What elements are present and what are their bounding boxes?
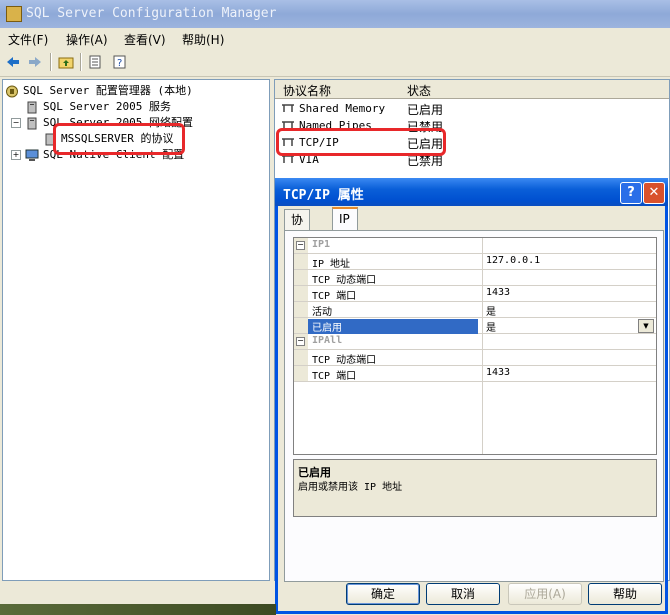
back-arrow-icon[interactable] bbox=[3, 52, 23, 72]
ok-button[interactable]: 确定 bbox=[346, 583, 420, 605]
table-row[interactable]: TCP 端口 1433 bbox=[294, 286, 656, 302]
tree-item-services[interactable]: SQL Server 2005 服务 bbox=[25, 98, 171, 114]
property-description: 已启用 启用或禁用该 IP 地址 bbox=[293, 459, 657, 517]
tree-services-label: SQL Server 2005 服务 bbox=[43, 100, 171, 113]
property-key: 已启用 bbox=[308, 319, 478, 334]
property-key: IP 地址 bbox=[312, 259, 351, 270]
property-value[interactable]: 127.0.0.1 bbox=[486, 255, 540, 266]
expand-icon[interactable]: + bbox=[11, 150, 21, 160]
category-ip1[interactable]: − IP1 bbox=[294, 238, 656, 254]
list-header: 协议名称 状态 bbox=[275, 80, 669, 99]
column-protocol-name[interactable]: 协议名称 bbox=[283, 82, 331, 99]
tab-protocol[interactable]: 协议 bbox=[284, 209, 311, 247]
list-item[interactable]: Shared Memory 已启用 bbox=[279, 101, 659, 117]
property-key: TCP 动态端口 bbox=[312, 275, 377, 286]
window-title: SQL Server Configuration Manager bbox=[26, 6, 277, 21]
main-title-bar[interactable]: SQL Server Configuration Manager bbox=[0, 0, 670, 28]
help-button[interactable]: 帮助 bbox=[588, 583, 662, 605]
tree-root-label: SQL Server 配置管理器 (本地) bbox=[23, 84, 193, 97]
computer-icon bbox=[25, 149, 39, 162]
property-value[interactable]: 1433 bbox=[486, 367, 510, 378]
taskbar-strip bbox=[0, 604, 276, 615]
table-row[interactable]: IP 地址 127.0.0.1 bbox=[294, 254, 656, 270]
config-manager-icon bbox=[5, 85, 19, 98]
column-status[interactable]: 状态 bbox=[407, 82, 431, 99]
property-key: 活动 bbox=[312, 307, 332, 318]
table-row[interactable]: TCP 端口 1433 bbox=[294, 366, 656, 382]
protocol-name: Shared Memory bbox=[299, 102, 386, 115]
property-value[interactable]: 1433 bbox=[486, 287, 510, 298]
tree-item-root[interactable]: SQL Server 配置管理器 (本地) bbox=[5, 82, 193, 98]
menu-view[interactable]: 查看(V) bbox=[124, 31, 166, 48]
tcpip-properties-dialog: TCP/IP 属性 ? ✕ 协议 IP 地址 − IP1 IP 地址 127.0… bbox=[275, 178, 668, 614]
property-value[interactable]: 是 bbox=[486, 303, 496, 318]
collapse-icon[interactable]: − bbox=[296, 241, 305, 250]
dialog-title: TCP/IP 属性 bbox=[283, 188, 364, 203]
network-server-icon bbox=[25, 117, 39, 130]
category-label: IP1 bbox=[312, 239, 331, 250]
table-row[interactable]: 活动 是 bbox=[294, 302, 656, 318]
console-tree: SQL Server 配置管理器 (本地) SQL Server 2005 服务… bbox=[2, 79, 270, 581]
close-icon[interactable]: ✕ bbox=[643, 182, 665, 204]
tab-ip-addresses[interactable]: IP 地址 bbox=[332, 207, 358, 266]
property-key: TCP 端口 bbox=[312, 291, 357, 302]
server-icon bbox=[25, 101, 39, 114]
table-row[interactable]: TCP 动态端口 bbox=[294, 350, 656, 366]
protocol-status: 已启用 bbox=[407, 103, 444, 117]
menu-action[interactable]: 操作(A) bbox=[66, 31, 108, 48]
property-key: TCP 动态端口 bbox=[312, 355, 377, 366]
property-key: TCP 端口 bbox=[312, 371, 357, 382]
menu-bar: 文件(F) 操作(A) 查看(V) 帮助(H) bbox=[0, 28, 670, 48]
property-grid: − IP1 IP 地址 127.0.0.1 TCP 动态端口 TCP 端口 14… bbox=[293, 237, 657, 455]
chevron-down-icon[interactable]: ▼ bbox=[638, 319, 654, 333]
svg-text:?: ? bbox=[117, 58, 122, 69]
property-value-dropdown[interactable]: 是 bbox=[486, 319, 496, 334]
cancel-button[interactable]: 取消 bbox=[426, 583, 500, 605]
up-folder-icon[interactable] bbox=[56, 52, 76, 72]
forward-arrow-icon[interactable] bbox=[25, 52, 45, 72]
dialog-title-bar[interactable]: TCP/IP 属性 ? ✕ bbox=[275, 178, 668, 206]
apply-button[interactable]: 应用(A) bbox=[508, 583, 582, 605]
help-book-icon[interactable]: ? bbox=[110, 52, 130, 72]
ip-addresses-panel: − IP1 IP 地址 127.0.0.1 TCP 动态端口 TCP 端口 14… bbox=[284, 230, 664, 582]
category-ipall[interactable]: − IPAll bbox=[294, 334, 656, 350]
table-row[interactable]: TCP 动态端口 bbox=[294, 270, 656, 286]
collapse-icon[interactable]: − bbox=[296, 337, 305, 346]
highlight-box bbox=[276, 128, 446, 156]
help-question-icon[interactable]: ? bbox=[620, 182, 642, 204]
description-body: 启用或禁用该 IP 地址 bbox=[298, 482, 403, 493]
menu-file[interactable]: 文件(F) bbox=[8, 31, 48, 48]
category-label: IPAll bbox=[312, 335, 343, 346]
collapse-icon[interactable]: − bbox=[11, 118, 21, 128]
protocol-icon bbox=[281, 103, 295, 113]
table-row-selected[interactable]: 已启用 是 ▼ bbox=[294, 318, 656, 334]
highlight-box bbox=[53, 123, 185, 155]
app-icon bbox=[6, 6, 22, 22]
menu-help[interactable]: 帮助(H) bbox=[182, 31, 224, 48]
export-list-icon[interactable] bbox=[86, 52, 106, 72]
toolbar: ? bbox=[0, 48, 670, 77]
